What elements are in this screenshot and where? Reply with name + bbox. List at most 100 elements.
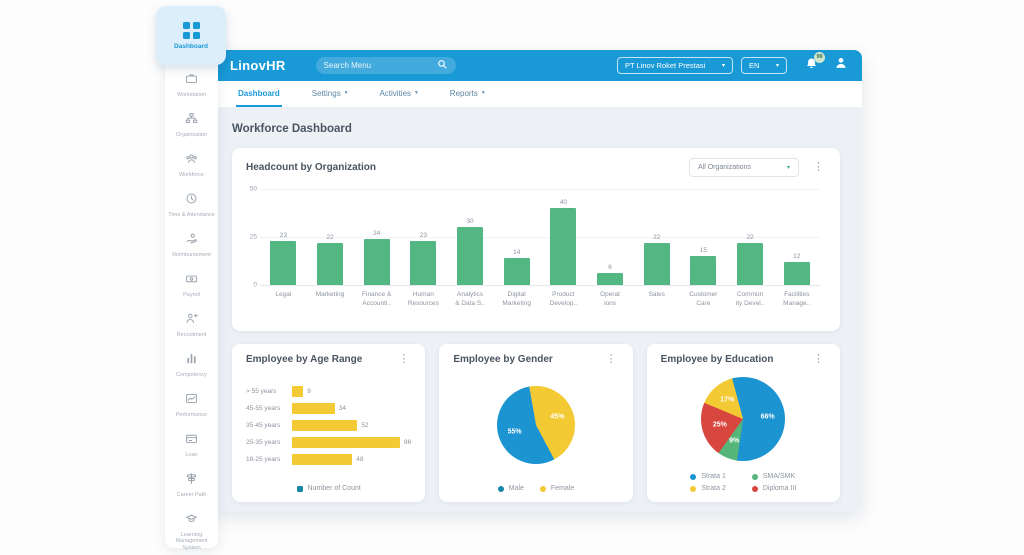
bar[interactable]	[550, 208, 576, 285]
tab-dashboard[interactable]: Dashboard	[236, 81, 282, 107]
legend-swatch	[540, 486, 546, 492]
x-tick-label: CustomerCare	[680, 290, 727, 308]
bar[interactable]	[410, 241, 436, 285]
content-area: Workforce Dashboard Headcount by Organiz…	[210, 107, 862, 502]
age-bar-row: 25-35 years 86	[246, 437, 411, 448]
education-card-title: Employee by Education	[661, 354, 799, 365]
bar-column: 22	[633, 234, 680, 285]
legend-item[interactable]: Male	[498, 485, 524, 492]
age-bar-label: 25-35 years	[246, 439, 292, 446]
bar-value-label: 34	[339, 405, 346, 412]
legend-item[interactable]: Number of Count	[297, 485, 361, 492]
top-bar: LinovHR PT Linov Roket Prestasi ▾ EN ▾ 9…	[210, 50, 862, 81]
bar-column: 14	[493, 249, 540, 285]
organization-filter-select[interactable]: All Organizations ▾	[689, 158, 799, 177]
bar-value-label: 15	[700, 247, 707, 254]
age-range-legend: Number of Count	[232, 480, 425, 502]
pie-slice-label: 25%	[713, 422, 727, 429]
bar[interactable]	[292, 437, 400, 448]
sidebar-item-learning-management-system[interactable]: Learning Management System	[165, 512, 218, 548]
card-menu-button[interactable]: ⋮	[811, 354, 826, 365]
legend-item[interactable]: Strata 2	[690, 485, 726, 492]
legend-item[interactable]: Diploma III	[752, 485, 796, 492]
cash-icon	[185, 272, 198, 290]
sidebar-item-organization[interactable]: Organization	[165, 112, 218, 148]
bar-column: 40	[540, 199, 587, 285]
bar[interactable]	[292, 454, 352, 465]
sidebar-item-career-path[interactable]: Career Path	[165, 472, 218, 508]
sidebar-item-performance[interactable]: Performance	[165, 392, 218, 428]
bar[interactable]	[364, 239, 390, 285]
bar-column: 6	[587, 264, 634, 285]
tab-settings[interactable]: Settings▾	[310, 81, 350, 107]
card-menu-button[interactable]: ⋮	[396, 354, 411, 365]
organization-filter-value: All Organizations	[698, 164, 751, 171]
tab-activities[interactable]: Activities▾	[377, 81, 419, 107]
bar-value-label: 86	[404, 439, 411, 446]
sidebar-item-label: Loan	[183, 452, 199, 458]
sidebar-item-recruitment[interactable]: Recruitment	[165, 312, 218, 348]
bar[interactable]	[690, 256, 716, 285]
legend-label: Number of Count	[308, 485, 361, 492]
bar[interactable]	[504, 258, 530, 285]
search-input[interactable]	[324, 61, 437, 70]
legend-swatch	[690, 474, 696, 480]
notifications-button[interactable]: 99	[805, 57, 818, 75]
bar-value-label: 22	[326, 234, 333, 241]
search-icon[interactable]	[437, 57, 448, 75]
organization-selector[interactable]: PT Linov Roket Prestasi ▾	[617, 57, 733, 74]
bar[interactable]	[292, 420, 357, 431]
bar-column: 23	[400, 232, 447, 285]
signpost-icon	[185, 472, 198, 490]
legend-swatch	[297, 486, 303, 492]
sidebar-item-payroll[interactable]: Payroll	[165, 272, 218, 308]
bar[interactable]	[317, 243, 343, 285]
legend-item[interactable]: SMA/SMK	[752, 473, 795, 480]
bar-value-label: 40	[560, 199, 567, 206]
bar[interactable]	[292, 386, 303, 397]
tab-reports[interactable]: Reports▾	[448, 81, 487, 107]
bar[interactable]	[597, 273, 623, 285]
x-tick-label: Operations	[587, 290, 634, 308]
search-box[interactable]	[316, 57, 456, 74]
page-title: Workforce Dashboard	[232, 123, 840, 135]
sidebar-item-dashboard[interactable]: Dashboard	[156, 6, 226, 65]
age-bar-label: 18-25 years	[246, 456, 292, 463]
user-menu-button[interactable]	[834, 56, 848, 75]
legend-swatch	[690, 486, 696, 492]
chevron-down-icon: ▾	[722, 62, 725, 69]
bar[interactable]	[457, 227, 483, 285]
x-tick-label: Sales	[633, 290, 680, 308]
x-tick-label: FacilitiesManage..	[773, 290, 820, 308]
bar[interactable]	[270, 241, 296, 285]
hand-coin-icon	[185, 232, 198, 250]
sidebar-item-competency[interactable]: Competency	[165, 352, 218, 388]
card-menu-button[interactable]: ⋮	[604, 354, 619, 365]
bar[interactable]	[784, 262, 810, 285]
sidebar-item-label: Workstation	[175, 92, 208, 98]
bar[interactable]	[644, 243, 670, 285]
language-selector-value: EN	[749, 61, 767, 70]
bar-value-label: 9	[307, 388, 311, 395]
bar-column: 22	[307, 234, 354, 285]
sidebar-item-workstation[interactable]: Workstation	[165, 72, 218, 108]
sidebar-item-loan[interactable]: Loan	[165, 432, 218, 468]
sidebar-item-reimbursement[interactable]: Reimbursement	[165, 232, 218, 268]
bar-value-label: 22	[746, 234, 753, 241]
people-icon	[185, 152, 198, 170]
sidebar-item-workforce[interactable]: Workforce	[165, 152, 218, 188]
x-tick-label: Analytics& Data S..	[447, 290, 494, 308]
legend-item[interactable]: Strata 1	[690, 473, 726, 480]
age-range-card: Employee by Age Range ⋮ > 55 years945-55…	[232, 344, 425, 502]
language-selector[interactable]: EN ▾	[741, 57, 787, 74]
bar[interactable]	[292, 403, 335, 414]
legend-item[interactable]: Female	[540, 485, 574, 492]
pie-slice-label: 55%	[508, 428, 522, 435]
legend-label: Diploma III	[763, 485, 796, 492]
chevron-down-icon: ▾	[345, 90, 348, 96]
bar[interactable]	[737, 243, 763, 285]
sidebar-item-time-attendance[interactable]: Time & Attendance	[165, 192, 218, 228]
gender-pie-chart: 45%55%	[497, 386, 575, 464]
card-menu-button[interactable]: ⋮	[811, 162, 826, 173]
clock-icon	[185, 192, 198, 210]
